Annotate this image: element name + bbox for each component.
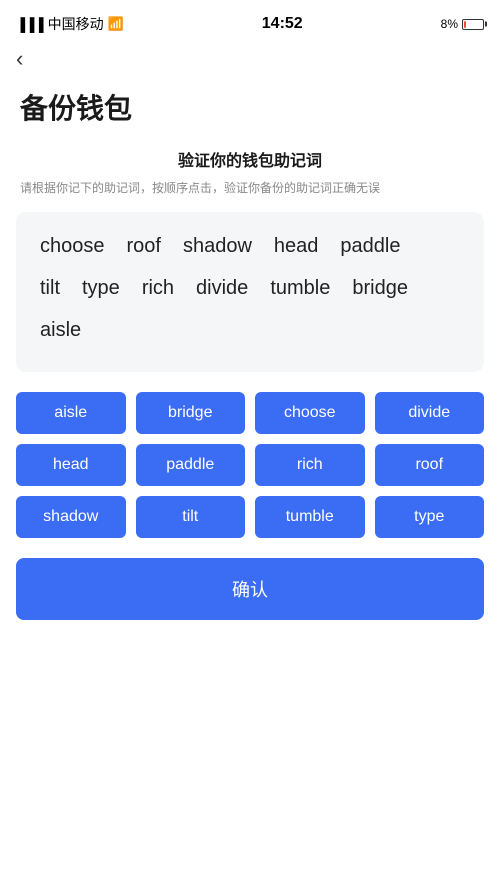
display-word: rich bbox=[142, 274, 174, 302]
carrier-text: 中国移动 bbox=[48, 14, 104, 34]
status-right: 8% bbox=[441, 17, 484, 31]
display-word: shadow bbox=[183, 232, 252, 260]
display-word: aisle bbox=[40, 316, 81, 344]
word-display-box: choose roof shadow head paddle tilt type richdi… bbox=[16, 212, 484, 372]
word-select-button[interactable]: tumble bbox=[255, 496, 365, 538]
status-bar: ▐▐▐ 中国移动 📶 14:52 8% bbox=[0, 0, 500, 44]
word-select-button[interactable]: head bbox=[16, 444, 126, 486]
word-select-button[interactable]: tilt bbox=[136, 496, 246, 538]
word-grid: aislebridgechoosedivide headpaddlerichroo… bbox=[0, 392, 500, 538]
word-select-button[interactable]: paddle bbox=[136, 444, 246, 486]
display-word: roof bbox=[127, 232, 161, 260]
word-select-button[interactable]: type bbox=[375, 496, 485, 538]
word-select-button[interactable]: bridge bbox=[136, 392, 246, 434]
word-select-button[interactable]: rich bbox=[255, 444, 365, 486]
back-button[interactable]: ‹ bbox=[16, 48, 23, 70]
display-word: divide bbox=[196, 274, 248, 302]
display-word: tilt bbox=[40, 274, 60, 302]
word-select-button[interactable]: aisle bbox=[16, 392, 126, 434]
status-time: 14:52 bbox=[262, 15, 303, 33]
word-select-button[interactable]: choose bbox=[255, 392, 365, 434]
battery-level: 8% bbox=[441, 17, 458, 31]
word-select-button[interactable]: roof bbox=[375, 444, 485, 486]
wifi-icon: 📶 bbox=[108, 16, 124, 32]
display-word: type bbox=[82, 274, 120, 302]
nav-bar: ‹ bbox=[0, 44, 500, 79]
display-word: choose bbox=[40, 232, 105, 260]
page-title: 备份钱包 bbox=[0, 79, 500, 147]
section-title: 验证你的钱包助记词 bbox=[0, 147, 500, 171]
word-select-button[interactable]: divide bbox=[375, 392, 485, 434]
battery-icon bbox=[462, 19, 484, 30]
display-word: tumble bbox=[270, 274, 330, 302]
display-word: bridge bbox=[352, 274, 408, 302]
display-word: head bbox=[274, 232, 319, 260]
signal-icon: ▐▐▐ bbox=[16, 17, 44, 32]
status-left: ▐▐▐ 中国移动 📶 bbox=[16, 14, 124, 34]
section-desc: 请根据你记下的助记词，按顺序点击，验证你备份的助记词正确无误 bbox=[0, 179, 500, 198]
word-select-button[interactable]: shadow bbox=[16, 496, 126, 538]
confirm-button[interactable]: 确认 bbox=[16, 558, 484, 620]
battery-fill bbox=[464, 21, 466, 28]
display-word: paddle bbox=[340, 232, 400, 260]
